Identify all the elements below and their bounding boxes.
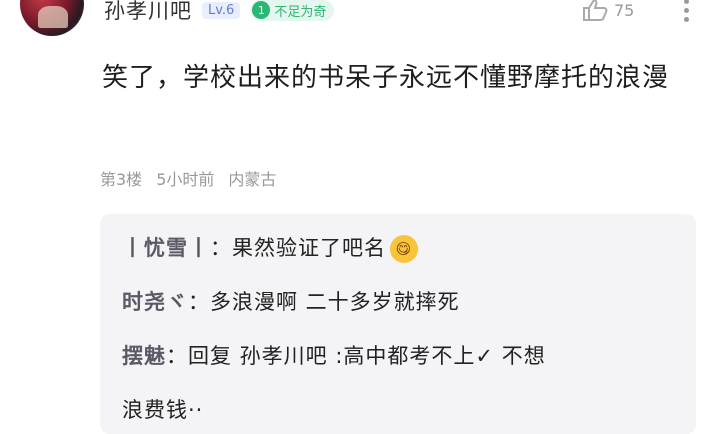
reply-author[interactable]: 丨忧雪丨	[122, 236, 210, 260]
more-options-icon[interactable]	[668, 0, 704, 26]
diamond-icon: 1	[252, 1, 271, 19]
title-badge: 1 不足为奇	[250, 0, 335, 21]
list-item[interactable]: 丨忧雪丨：果然验证了吧名 😋	[122, 232, 418, 263]
emoji-icon: 😋	[390, 235, 418, 263]
floor-number: 第3楼	[100, 170, 143, 189]
list-item[interactable]: 浪费钱··	[122, 394, 203, 424]
post-location: 内蒙古	[228, 170, 277, 189]
level-badge: Lv.6	[202, 1, 241, 19]
like-count: 75	[614, 0, 635, 20]
reply-text: 多浪漫啊 二十多岁就摔死	[210, 290, 460, 314]
avatar[interactable]	[20, 0, 84, 36]
post-meta: 第3楼 5小时前 内蒙古	[100, 166, 276, 190]
reply-list[interactable]: 丨忧雪丨：果然验证了吧名 😋 时尧ヾ：多浪漫啊 二十多岁就摔死 摆魅：回复 孙孝川…	[100, 214, 696, 434]
list-item[interactable]: 摆魅：回复 孙孝川吧 :高中都考不上✓ 不想	[122, 340, 546, 370]
post-header: 孙孝川吧 Lv.6 1 不足为奇	[104, 0, 335, 26]
badge-text: 不足为奇	[274, 4, 327, 20]
reply-text: 浪费钱··	[122, 398, 204, 422]
like-button[interactable]: 75	[582, 0, 634, 26]
reply-author[interactable]: 时尧ヾ	[122, 290, 188, 314]
list-item[interactable]: 时尧ヾ：多浪漫啊 二十多岁就摔死	[122, 286, 460, 316]
reply-author[interactable]: 摆魅	[122, 344, 166, 368]
reply-text: 果然验证了吧名	[232, 236, 386, 260]
post-content: 笑了，学校出来的书呆子永远不懂野摩托的浪漫	[102, 63, 670, 93]
username[interactable]: 孙孝川吧	[104, 0, 192, 25]
post-time: 5小时前	[156, 170, 215, 189]
thumbs-up-icon	[582, 0, 608, 22]
reply-text: 回复 孙孝川吧 :高中都考不上✓ 不想	[188, 344, 546, 368]
